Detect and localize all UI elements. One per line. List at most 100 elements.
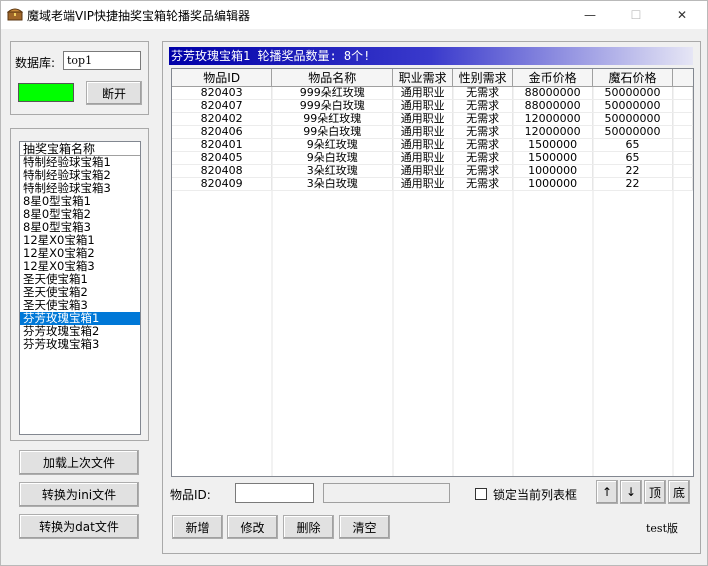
table-cell: 99朵红玫瑰 [271, 112, 394, 126]
lock-list-checkbox[interactable] [475, 488, 487, 500]
maximize-icon: ☐ [630, 8, 642, 22]
db-label: 数据库: [15, 56, 56, 70]
table-cell: 无需求 [452, 151, 514, 165]
table-cell: 999朵红玫瑰 [271, 86, 394, 100]
table-cell: 无需求 [452, 86, 514, 100]
version-label: test版 [646, 522, 678, 535]
table-cell-filler [672, 151, 693, 165]
box-list-header: 抽奖宝箱名称 [20, 142, 140, 156]
close-button[interactable]: ✕ [659, 1, 705, 29]
connection-panel: 数据库: top1 断开 [10, 41, 149, 115]
table-cell: 无需求 [452, 164, 514, 178]
table-cell-filler [672, 86, 693, 100]
table-cell: 820405 [172, 151, 273, 165]
table-cell: 65 [592, 151, 674, 165]
table-cell: 820407 [172, 99, 273, 113]
table-cell: 999朵白玫瑰 [271, 99, 394, 113]
table-cell: 通用职业 [392, 125, 454, 139]
table-cell: 通用职业 [392, 177, 454, 191]
table-cell: 9朵白玫瑰 [271, 151, 394, 165]
arrow-up-icon: ↑ [601, 485, 613, 499]
table-cell: 820408 [172, 164, 273, 178]
table-cell: 9朵红玫瑰 [271, 138, 394, 152]
grid-column-header[interactable]: 物品ID [172, 69, 273, 87]
minimize-button[interactable]: — [567, 1, 613, 29]
table-cell: 通用职业 [392, 99, 454, 113]
edit-button[interactable]: 修改 [227, 515, 278, 539]
table-cell: 1000000 [512, 177, 594, 191]
table-row[interactable]: 820401 9朵红玫瑰 通用职业 无需求 1500000 65 [172, 138, 693, 152]
move-up-button[interactable]: ↑ [596, 480, 618, 504]
boxes-panel: 抽奖宝箱名称 特制经验球宝箱1 特制经验球宝箱2 特制经验球宝箱3 8星0型宝箱1 8星… [10, 128, 149, 441]
table-row[interactable]: 820409 3朵白玫瑰 通用职业 无需求 1000000 22 [172, 177, 693, 191]
table-cell: 通用职业 [392, 164, 454, 178]
table-row[interactable]: 820405 9朵白玫瑰 通用职业 无需求 1500000 65 [172, 151, 693, 165]
table-row[interactable]: 820403 999朵红玫瑰 通用职业 无需求 88000000 50000000 [172, 86, 693, 100]
move-bottom-button[interactable]: 底 [668, 480, 690, 504]
grid-column-header[interactable]: 职业需求 [392, 69, 454, 87]
table-cell: 820402 [172, 112, 273, 126]
table-cell: 22 [592, 177, 674, 191]
table-cell: 无需求 [452, 99, 514, 113]
box-list[interactable]: 抽奖宝箱名称 特制经验球宝箱1 特制经验球宝箱2 特制经验球宝箱3 8星0型宝箱1 8星… [19, 141, 141, 435]
move-top-button[interactable]: 顶 [644, 480, 666, 504]
table-cell: 50000000 [592, 86, 674, 100]
table-cell: 通用职业 [392, 86, 454, 100]
grid-banner: 芬芳玫瑰宝箱1 轮播奖品数量: 8个! [169, 47, 693, 65]
disconnect-button[interactable]: 断开 [86, 81, 142, 105]
table-cell: 820403 [172, 86, 273, 100]
table-cell: 820409 [172, 177, 273, 191]
table-row[interactable]: 820407 999朵白玫瑰 通用职业 无需求 88000000 50000000 [172, 99, 693, 113]
table-cell: 12000000 [512, 112, 594, 126]
delete-button[interactable]: 删除 [283, 515, 334, 539]
load-last-file-button[interactable]: 加载上次文件 [19, 450, 139, 475]
table-cell: 1500000 [512, 138, 594, 152]
table-cell: 50000000 [592, 125, 674, 139]
table-cell: 1500000 [512, 151, 594, 165]
box-list-item[interactable]: 芬芳玫瑰宝箱3 [20, 338, 140, 351]
maximize-button[interactable]: ☐ [613, 1, 659, 29]
clear-button[interactable]: 清空 [339, 515, 390, 539]
table-cell-filler [672, 99, 693, 113]
grid-header-filler [672, 69, 693, 87]
treasure-chest-icon [7, 8, 23, 21]
grid-column-header[interactable]: 魔石价格 [592, 69, 674, 87]
table-cell: 通用职业 [392, 138, 454, 152]
add-button[interactable]: 新增 [172, 515, 223, 539]
table-cell: 无需求 [452, 177, 514, 191]
grid-column-header[interactable]: 性别需求 [452, 69, 514, 87]
table-cell: 3朵白玫瑰 [271, 177, 394, 191]
convert-to-dat-button[interactable]: 转换为dat文件 [19, 514, 139, 539]
item-id-label: 物品ID: [170, 488, 211, 502]
table-cell: 65 [592, 138, 674, 152]
table-cell-filler [672, 164, 693, 178]
table-cell: 88000000 [512, 86, 594, 100]
grid-column-header[interactable]: 金币价格 [512, 69, 594, 87]
lock-list-label: 锁定当前列表框 [493, 488, 578, 502]
table-cell: 无需求 [452, 112, 514, 126]
arrow-down-icon: ↓ [625, 485, 637, 499]
table-cell-filler [672, 125, 693, 139]
table-cell: 3朵红玫瑰 [271, 164, 394, 178]
db-input[interactable]: top1 [63, 51, 141, 70]
table-cell: 820406 [172, 125, 273, 139]
table-cell: 50000000 [592, 112, 674, 126]
app-window: 魔域老端VIP快捷抽奖宝箱轮播奖品编辑器 — ☐ ✕ 数据库: top1 断开 … [0, 0, 708, 566]
table-cell: 820401 [172, 138, 273, 152]
table-row[interactable]: 820402 99朵红玫瑰 通用职业 无需求 12000000 50000000 [172, 112, 693, 126]
grid-column-header[interactable]: 物品名称 [271, 69, 394, 87]
items-panel: 芬芳玫瑰宝箱1 轮播奖品数量: 8个! 物品ID 物品名称 职业需求 性别需求 金币价格… [162, 41, 701, 554]
close-icon: ✕ [676, 8, 688, 22]
title-bar: 魔域老端VIP快捷抽奖宝箱轮播奖品编辑器 — ☐ ✕ [1, 1, 707, 29]
item-id-input[interactable] [235, 483, 314, 503]
table-row[interactable]: 820406 99朵白玫瑰 通用职业 无需求 12000000 50000000 [172, 125, 693, 139]
table-cell: 通用职业 [392, 112, 454, 126]
move-down-button[interactable]: ↓ [620, 480, 642, 504]
table-row[interactable]: 820408 3朵红玫瑰 通用职业 无需求 1000000 22 [172, 164, 693, 178]
table-cell: 1000000 [512, 164, 594, 178]
table-cell-filler [672, 138, 693, 152]
convert-to-ini-button[interactable]: 转换为ini文件 [19, 482, 139, 507]
table-cell: 99朵白玫瑰 [271, 125, 394, 139]
table-cell: 22 [592, 164, 674, 178]
items-grid[interactable]: 物品ID 物品名称 职业需求 性别需求 金币价格 魔石价格 820403 999朵红玫瑰 通用… [171, 68, 694, 477]
